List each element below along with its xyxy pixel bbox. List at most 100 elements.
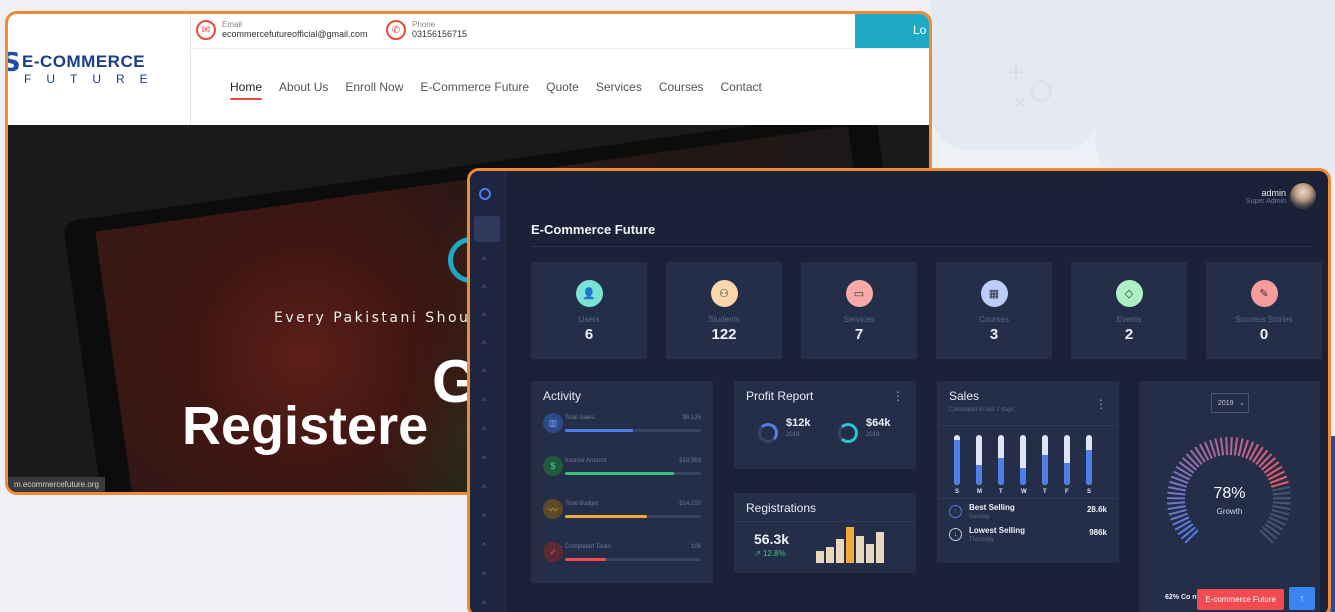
email-value: ecommercefutureofficial@gmail.com bbox=[222, 29, 368, 39]
chevron-up-icon[interactable]: ^ bbox=[482, 396, 486, 406]
stat-card-students[interactable]: ⚇ Students 122 bbox=[666, 262, 782, 359]
dashboard-icon[interactable] bbox=[479, 188, 491, 200]
sales-bar bbox=[954, 435, 960, 485]
budget-icon: 〰 bbox=[543, 499, 563, 519]
nav-ecommerce-future[interactable]: E-Commerce Future bbox=[420, 80, 529, 94]
chevron-up-icon[interactable]: ^ bbox=[482, 283, 486, 293]
hero-tagline: Every Pakistani Shoul bbox=[274, 310, 477, 326]
chevron-up-icon[interactable]: ^ bbox=[482, 425, 486, 435]
gauge-tick bbox=[1219, 437, 1225, 456]
sales-day-label: T bbox=[999, 489, 1003, 495]
progress-fill bbox=[565, 515, 647, 518]
growth-label: Growth bbox=[1216, 507, 1243, 516]
stat-value: 2 bbox=[1124, 326, 1134, 343]
activity-row: ✓ Completed Tasks 106 bbox=[543, 542, 701, 566]
activity-value: 106 bbox=[690, 544, 701, 550]
registrations-bar bbox=[856, 536, 864, 563]
divider bbox=[531, 246, 1312, 247]
chevron-up-icon[interactable]: ^ bbox=[482, 339, 486, 349]
avatar[interactable] bbox=[1290, 183, 1316, 209]
gauge-tick bbox=[1180, 526, 1196, 540]
nav-services[interactable]: Services bbox=[596, 80, 642, 94]
stat-card-services[interactable]: ▭ Services 7 bbox=[801, 262, 917, 359]
nav-quote[interactable]: Quote bbox=[546, 80, 579, 94]
scroll-top-button[interactable]: ↑ bbox=[1289, 587, 1315, 610]
login-button[interactable]: Lo bbox=[855, 14, 929, 48]
divider bbox=[190, 14, 191, 125]
chevron-up-icon[interactable]: ^ bbox=[482, 512, 486, 522]
sales-bar bbox=[1064, 435, 1070, 485]
user-role: Super Admin bbox=[1245, 198, 1286, 205]
divider bbox=[937, 498, 1119, 499]
gauge-tick bbox=[1181, 457, 1197, 471]
students-icon: ⚇ bbox=[710, 280, 738, 307]
email-contact[interactable]: ✉ Email ecommercefutureofficial@gmail.co… bbox=[196, 20, 368, 40]
stat-label: Success Stories bbox=[1235, 315, 1293, 324]
stat-card-users[interactable]: 👤 Users 6 bbox=[531, 262, 647, 359]
stat-card-events[interactable]: ◇ Events 2 bbox=[1071, 262, 1187, 359]
stat-label: Events bbox=[1116, 315, 1142, 324]
ecommerce-future-button[interactable]: E-commerce Future bbox=[1197, 589, 1284, 610]
profit-value: $12k bbox=[786, 417, 811, 429]
stat-value: 122 bbox=[711, 326, 737, 343]
lowest-selling-row: ↓ Lowest Selling Thursday 986k bbox=[949, 526, 1107, 546]
nav-courses[interactable]: Courses bbox=[659, 80, 704, 94]
chevron-up-icon[interactable]: ^ bbox=[482, 483, 486, 493]
chevron-up-icon[interactable]: ^ bbox=[482, 311, 486, 321]
registrations-bar bbox=[866, 543, 874, 563]
phone-contact[interactable]: ✆ Phone 03156156715 bbox=[386, 20, 467, 40]
activity-label: Income Amount bbox=[565, 458, 607, 464]
stat-card-success-stories[interactable]: ✎ Success Stories 0 bbox=[1206, 262, 1322, 359]
nav-contact[interactable]: Contact bbox=[721, 80, 762, 94]
background-shape bbox=[1095, 0, 1335, 180]
chevron-up-icon[interactable]: ^ bbox=[482, 570, 486, 580]
activity-panel: Activity ▥ Total Sales $8,125 $ Income A… bbox=[531, 381, 713, 583]
chevron-up-icon[interactable]: ^ bbox=[482, 599, 486, 609]
status-url: m.ecommercefuture.org bbox=[8, 477, 105, 492]
nav-about-us[interactable]: About Us bbox=[279, 80, 328, 94]
stat-card-courses[interactable]: ▦ Courses 3 bbox=[936, 262, 1052, 359]
site-logo[interactable]: S E-COMMERCE FUTURE bbox=[8, 48, 190, 88]
profit-value: $64k bbox=[866, 417, 891, 429]
arrow-up-icon: ↑ bbox=[949, 505, 962, 518]
stat-value: 6 bbox=[584, 326, 594, 343]
stat-value: 7 bbox=[854, 326, 864, 343]
phone-label: Phone bbox=[412, 20, 436, 29]
registrations-bar bbox=[836, 539, 844, 563]
profit-year: 2019 bbox=[786, 432, 800, 438]
nav-enroll-now[interactable]: Enroll Now bbox=[345, 80, 403, 94]
more-options-icon[interactable]: ⋮ bbox=[892, 389, 904, 403]
stat-label: Services bbox=[843, 315, 875, 324]
user-menu[interactable]: admin Super Admin bbox=[1246, 188, 1286, 205]
sales-icon: ▥ bbox=[543, 413, 563, 433]
hero-heading-line2: Registere bbox=[182, 396, 429, 456]
gauge-tick bbox=[1261, 457, 1277, 471]
sidebar-active-item[interactable] bbox=[474, 216, 500, 242]
nav-home[interactable]: Home bbox=[230, 80, 263, 100]
activity-progress bbox=[565, 515, 701, 518]
chevron-up-icon[interactable]: ^ bbox=[482, 541, 486, 551]
gauge-tick bbox=[1225, 437, 1229, 456]
activity-progress bbox=[565, 472, 701, 475]
chevron-up-icon[interactable]: ^ bbox=[482, 367, 486, 377]
best-selling-value: 28.6k bbox=[1086, 505, 1107, 514]
chevron-up-icon[interactable]: ^ bbox=[482, 454, 486, 464]
growth-percent: 78% bbox=[1213, 485, 1246, 502]
activity-row: ▥ Total Sales $8,125 bbox=[543, 413, 701, 437]
services-icon: ▭ bbox=[845, 280, 873, 307]
activity-row: $ Income Amount $18,963 bbox=[543, 456, 701, 480]
activity-progress bbox=[565, 558, 701, 561]
progress-fill bbox=[565, 558, 606, 561]
sales-bar-fill bbox=[998, 457, 1004, 485]
stat-label: Courses bbox=[979, 315, 1009, 324]
check-icon: ✓ bbox=[543, 542, 563, 562]
chevron-up-icon[interactable]: ^ bbox=[482, 255, 486, 265]
best-selling-label: Best Selling bbox=[969, 503, 1015, 512]
gauge-tick bbox=[1262, 526, 1278, 540]
gauge-tick bbox=[1233, 437, 1239, 456]
site-header: S E-COMMERCE FUTURE ✉ Email ecommercefut… bbox=[8, 14, 929, 125]
more-options-icon[interactable]: ⋮ bbox=[1095, 397, 1107, 411]
envelope-icon: ✉ bbox=[196, 20, 216, 40]
activity-label: Total Sales bbox=[565, 415, 595, 421]
sales-panel: Sales Calculated in last 7 days ⋮ S M T W T F… bbox=[937, 381, 1119, 563]
